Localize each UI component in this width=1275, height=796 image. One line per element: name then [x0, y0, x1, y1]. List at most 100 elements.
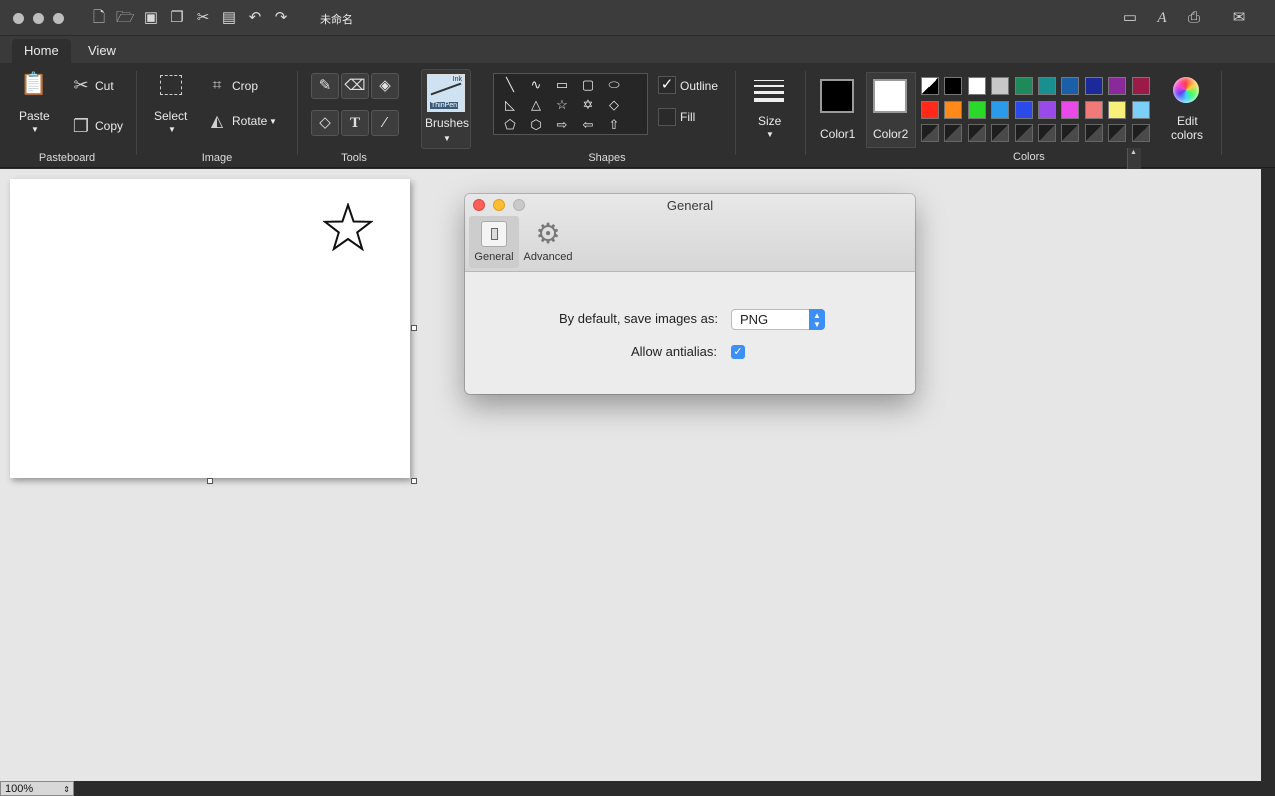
size-button[interactable]: Size: [758, 114, 781, 128]
rotate-button[interactable]: Rotate: [232, 114, 267, 128]
redo-icon[interactable]: ↷: [272, 9, 290, 27]
tab-view[interactable]: View: [76, 39, 128, 63]
crop-button[interactable]: Crop: [232, 79, 258, 93]
scissors-icon[interactable]: ✂: [70, 75, 92, 96]
triangle-shape-icon[interactable]: △: [525, 96, 547, 114]
palette-swatch[interactable]: [991, 101, 1009, 119]
paint-bucket-tool-icon[interactable]: ◇: [311, 110, 339, 136]
up-arrow-shape-icon[interactable]: ⇧: [603, 116, 625, 134]
custom-color-swatch[interactable]: [1061, 124, 1079, 142]
antialias-checkbox[interactable]: ✓: [731, 345, 745, 359]
palette-swatch[interactable]: [1132, 101, 1150, 119]
pref-tab-advanced[interactable]: ⚙ Advanced: [521, 216, 575, 268]
palette-swatch[interactable]: [968, 101, 986, 119]
six-point-star-shape-icon[interactable]: ✡: [577, 96, 599, 114]
oval-shape-icon[interactable]: ⬭: [603, 76, 625, 94]
custom-color-swatch[interactable]: [1085, 124, 1103, 142]
font-icon[interactable]: A: [1151, 9, 1173, 27]
cut-icon[interactable]: ✂: [194, 9, 212, 27]
zoom-select[interactable]: 100% ⇕: [0, 781, 74, 796]
select-dropdown-arrow-icon[interactable]: ▼: [168, 125, 176, 134]
color1-label[interactable]: Color1: [820, 127, 855, 141]
save-format-select[interactable]: PNG ▲ ▼: [731, 309, 825, 330]
color2-swatch[interactable]: [873, 79, 907, 113]
drawing-canvas[interactable]: [10, 179, 410, 478]
line-shape-icon[interactable]: ╲: [499, 76, 521, 94]
select-button[interactable]: Select: [154, 109, 187, 123]
custom-color-swatch[interactable]: [1108, 124, 1126, 142]
paste-dropdown-arrow-icon[interactable]: ▼: [31, 125, 39, 134]
scroll-up-arrow-icon[interactable]: ▲: [1130, 149, 1137, 156]
custom-color-swatch[interactable]: [1038, 124, 1056, 142]
paste-icon[interactable]: ▤: [220, 9, 238, 27]
pentagon-shape-icon[interactable]: ⬠: [499, 116, 521, 134]
cut-button[interactable]: Cut: [95, 79, 114, 93]
minimize-window-button[interactable]: [33, 13, 44, 24]
swap-colors-swatch[interactable]: [921, 77, 939, 95]
star-drawing[interactable]: [323, 203, 373, 251]
undo-icon[interactable]: ↶: [246, 9, 264, 27]
custom-color-swatch[interactable]: [968, 124, 986, 142]
paste-button[interactable]: Paste: [19, 109, 50, 123]
star-shape-icon[interactable]: ☆: [551, 96, 573, 114]
edit-colors-label-line2[interactable]: colors: [1171, 128, 1203, 142]
color-wheel-icon[interactable]: [1173, 77, 1199, 103]
diamond-shape-icon[interactable]: ◇: [603, 96, 625, 114]
hexagon-shape-icon[interactable]: ⬡: [525, 116, 547, 134]
palette-swatch[interactable]: [944, 101, 962, 119]
edit-colors-label-line1[interactable]: Edit: [1177, 114, 1198, 128]
rotate-dropdown-arrow-icon[interactable]: ▼: [269, 117, 277, 126]
canvas-resize-handle-corner[interactable]: [411, 478, 417, 484]
brushes-button[interactable]: Ink ThinPen Brushes ▼: [421, 69, 471, 149]
close-window-button[interactable]: [13, 13, 24, 24]
palette-swatch[interactable]: [1061, 77, 1079, 95]
copy-button[interactable]: Copy: [95, 119, 123, 133]
color-picker-tool-icon[interactable]: ⁄: [371, 110, 399, 136]
fill-checkbox[interactable]: [658, 108, 676, 126]
rotate-icon[interactable]: ◭: [205, 111, 229, 131]
palette-swatch[interactable]: [944, 77, 962, 95]
text-tool-icon[interactable]: T: [341, 110, 369, 136]
custom-color-swatch[interactable]: [1132, 124, 1150, 142]
zoom-window-button[interactable]: [53, 13, 64, 24]
canvas-resize-handle-bottom[interactable]: [207, 478, 213, 484]
fill-bucket-tool-icon[interactable]: ◈: [371, 73, 399, 99]
mail-icon[interactable]: ✉: [1228, 9, 1250, 27]
eraser-tool-icon[interactable]: ⌫: [341, 73, 369, 99]
open-folder-icon[interactable]: 🗁: [116, 9, 135, 27]
color2-label[interactable]: Color2: [873, 127, 908, 141]
clipboard-icon[interactable]: 📋: [20, 71, 48, 101]
palette-swatch[interactable]: [921, 101, 939, 119]
rectangle-shape-icon[interactable]: ▭: [551, 76, 573, 94]
pref-tab-general[interactable]: General: [469, 216, 519, 268]
palette-swatch[interactable]: [1038, 77, 1056, 95]
palette-swatch[interactable]: [1085, 101, 1103, 119]
custom-color-swatch[interactable]: [1015, 124, 1033, 142]
print-icon[interactable]: ⎙: [1183, 9, 1205, 27]
right-triangle-shape-icon[interactable]: ◺: [499, 96, 521, 114]
tab-home[interactable]: Home: [12, 39, 71, 63]
palette-swatch[interactable]: [1015, 77, 1033, 95]
palette-swatch[interactable]: [968, 77, 986, 95]
palette-swatch[interactable]: [1015, 101, 1033, 119]
palette-swatch[interactable]: [1132, 77, 1150, 95]
rounded-rectangle-shape-icon[interactable]: ▢: [577, 76, 599, 94]
left-arrow-shape-icon[interactable]: ⇦: [577, 116, 599, 134]
select-marquee-icon[interactable]: [160, 75, 182, 95]
palette-swatch[interactable]: [1085, 77, 1103, 95]
crop-icon[interactable]: ⌗: [207, 77, 227, 95]
palette-swatch[interactable]: [991, 77, 1009, 95]
pencil-tool-icon[interactable]: ✎: [311, 73, 339, 99]
curve-shape-icon[interactable]: ∿: [525, 76, 547, 94]
save-icon[interactable]: ▣: [142, 9, 160, 27]
palette-swatch[interactable]: [1108, 77, 1126, 95]
size-dropdown-arrow-icon[interactable]: ▼: [766, 130, 774, 139]
line-width-icon[interactable]: [754, 80, 784, 104]
copy-icon[interactable]: ❐: [70, 116, 92, 137]
right-arrow-shape-icon[interactable]: ⇨: [551, 116, 573, 134]
fullscreen-window-icon[interactable]: ▭: [1119, 9, 1141, 27]
outline-checkbox[interactable]: ✓: [658, 76, 676, 94]
color1-swatch[interactable]: [820, 79, 854, 113]
palette-swatch[interactable]: [1108, 101, 1126, 119]
canvas-resize-handle-right[interactable]: [411, 325, 417, 331]
